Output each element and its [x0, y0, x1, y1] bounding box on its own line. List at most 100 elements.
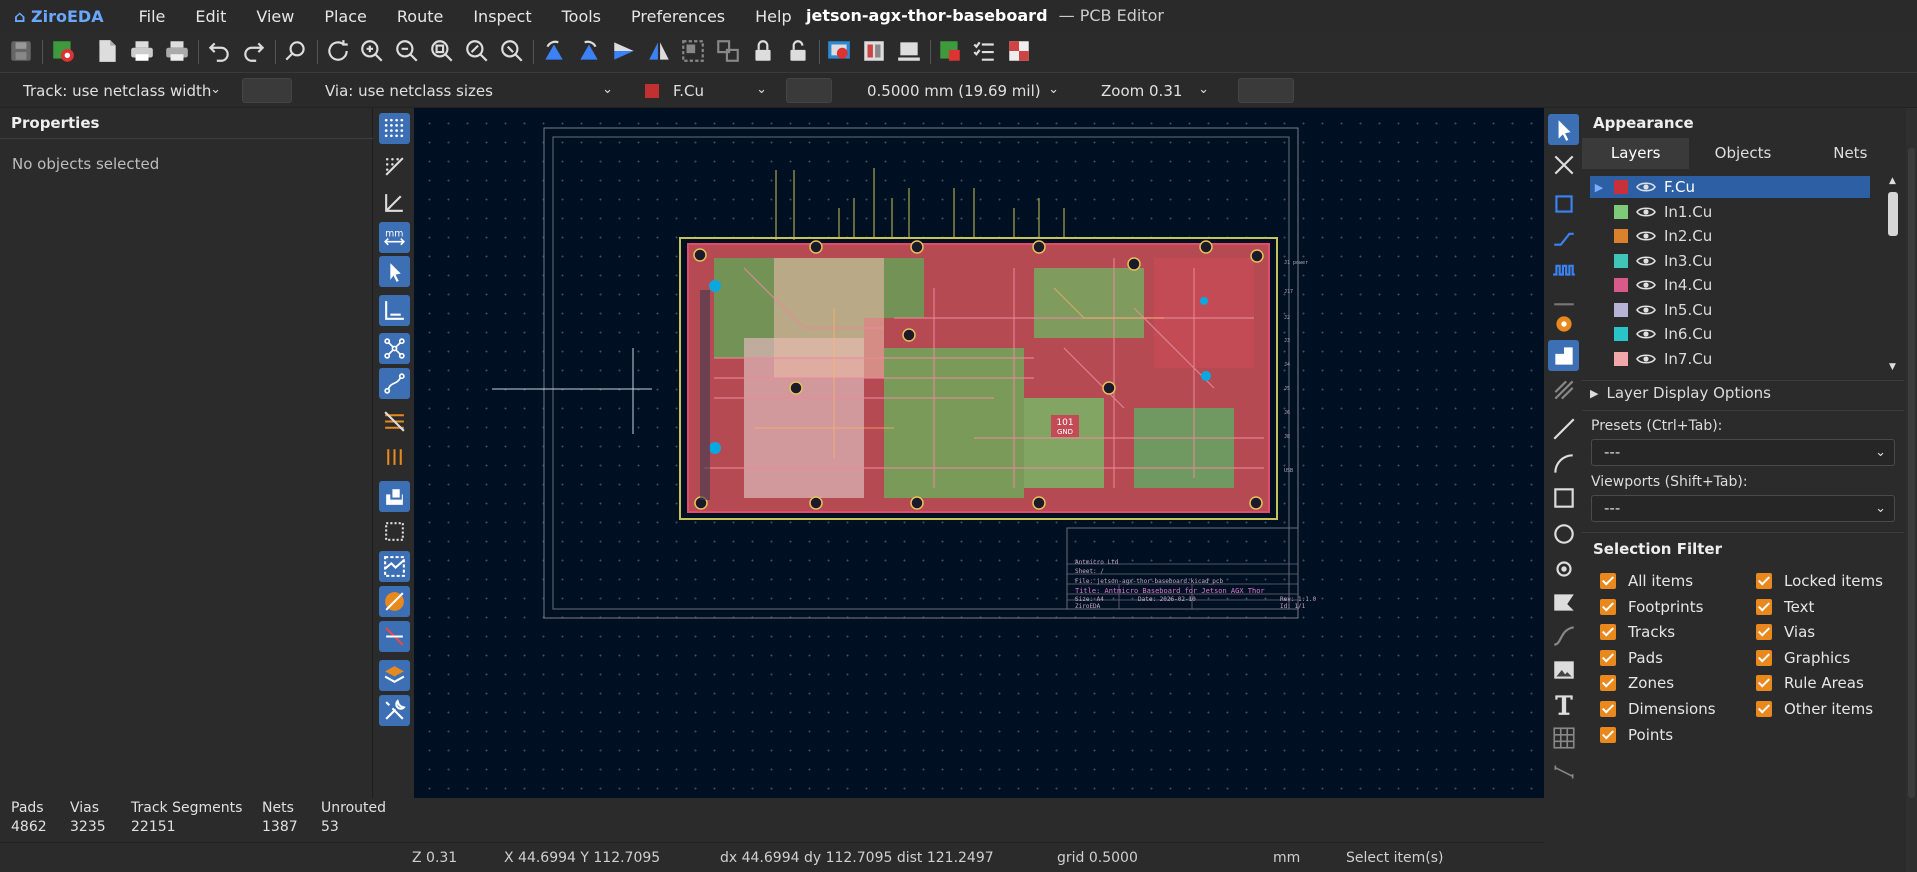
menu-file[interactable]: File: [124, 7, 181, 26]
curved-ratsnest-icon[interactable]: [379, 368, 410, 399]
zone-fill-icon[interactable]: [379, 406, 410, 437]
plot-icon[interactable]: [162, 36, 192, 66]
select-tool-icon[interactable]: [1548, 114, 1579, 145]
via-display-icon[interactable]: [379, 516, 410, 547]
local-ratsnest-icon[interactable]: [1548, 149, 1579, 180]
visibility-eye-icon[interactable]: [1636, 180, 1656, 194]
add-table-icon[interactable]: [1548, 722, 1579, 753]
edge-lines-icon[interactable]: [379, 295, 410, 326]
grid-toggle-icon[interactable]: [379, 113, 410, 144]
menu-inspect[interactable]: Inspect: [458, 7, 546, 26]
layer-color-swatch[interactable]: [1614, 278, 1628, 292]
layer-row[interactable]: ▶ F.Cu: [1590, 176, 1870, 198]
checkbox-checked-icon[interactable]: [1600, 573, 1616, 589]
filter-checkbox[interactable]: Text: [1756, 598, 1814, 616]
viewports-select[interactable]: --- ⌄: [1591, 495, 1895, 522]
ratsnest-icon[interactable]: [379, 333, 410, 364]
panel-scrollbar[interactable]: [1906, 108, 1917, 872]
menu-tools[interactable]: Tools: [547, 7, 616, 26]
layer-color-swatch[interactable]: [1614, 327, 1628, 341]
grid-select[interactable]: 0.5000 mm (19.69 mil) ⌄: [856, 77, 1068, 104]
layer-row[interactable]: In4.Cu: [1590, 274, 1870, 296]
zone-outline-icon[interactable]: [379, 441, 410, 472]
draw-polygon-icon[interactable]: [1548, 586, 1579, 617]
high-contrast-icon[interactable]: [379, 586, 410, 617]
layer-color-swatch[interactable]: [1614, 229, 1628, 243]
zoom-out-icon[interactable]: [392, 36, 422, 66]
save-icon[interactable]: [6, 36, 36, 66]
track-width-edit-button[interactable]: [242, 78, 292, 103]
menu-route[interactable]: Route: [382, 7, 458, 26]
pad-display-icon[interactable]: [379, 481, 410, 512]
filter-checkbox[interactable]: Pads: [1600, 649, 1663, 667]
zoom-objects-icon[interactable]: [462, 36, 492, 66]
unlock-icon[interactable]: [783, 36, 813, 66]
visibility-eye-icon[interactable]: [1636, 205, 1656, 219]
checkbox-checked-icon[interactable]: [1600, 675, 1616, 692]
layer-display-options-toggle[interactable]: ▶ Layer Display Options: [1590, 384, 1771, 402]
checkbox-checked-icon[interactable]: [1600, 701, 1616, 717]
checkbox-checked-icon[interactable]: [1756, 675, 1772, 692]
layer-row[interactable]: In2.Cu: [1590, 225, 1870, 247]
menu-preferences[interactable]: Preferences: [616, 7, 740, 26]
filter-checkbox[interactable]: Points: [1600, 726, 1673, 744]
grid-overrides-icon[interactable]: [379, 151, 410, 182]
filter-checkbox[interactable]: Vias: [1756, 623, 1815, 641]
tune-length-icon[interactable]: [1548, 252, 1579, 283]
visibility-eye-icon[interactable]: [1636, 278, 1656, 292]
units-mm-icon[interactable]: mm: [379, 222, 410, 253]
add-point-icon[interactable]: [1548, 553, 1579, 584]
zoom-fit-icon[interactable]: [427, 36, 457, 66]
rotate-ccw-icon[interactable]: [539, 36, 569, 66]
menu-view[interactable]: View: [241, 7, 309, 26]
filter-checkbox[interactable]: Other items: [1756, 700, 1873, 718]
presets-select[interactable]: --- ⌄: [1591, 439, 1895, 466]
tab-layers[interactable]: Layers: [1582, 138, 1690, 169]
visibility-eye-icon[interactable]: [1636, 327, 1656, 341]
undo-icon[interactable]: [204, 36, 234, 66]
layer-color-swatch[interactable]: [1614, 180, 1628, 194]
layer-color-swatch[interactable]: [1614, 302, 1628, 317]
lock-icon[interactable]: [748, 36, 778, 66]
drc-icon[interactable]: [969, 36, 999, 66]
tools-icon[interactable]: [379, 695, 410, 726]
draw-rectangle-icon[interactable]: [1548, 482, 1579, 513]
filter-checkbox[interactable]: All items: [1600, 572, 1693, 590]
menu-edit[interactable]: Edit: [180, 7, 241, 26]
zoom-in-icon[interactable]: [357, 36, 387, 66]
refresh-icon[interactable]: [323, 36, 353, 66]
draw-circle-icon[interactable]: [1548, 518, 1579, 549]
checkbox-checked-icon[interactable]: [1756, 598, 1772, 615]
route-track-icon[interactable]: [1548, 220, 1579, 251]
filter-checkbox[interactable]: Dimensions: [1600, 700, 1716, 718]
zoom-select[interactable]: Zoom 0.31 ⌄: [1090, 77, 1218, 104]
add-footprint-icon[interactable]: [1548, 188, 1579, 219]
checkbox-checked-icon[interactable]: [1600, 624, 1616, 641]
layer-row[interactable]: In6.Cu: [1590, 323, 1870, 345]
mirror-icon[interactable]: [644, 36, 674, 66]
visibility-eye-icon[interactable]: [1636, 303, 1656, 317]
draw-arc-icon[interactable]: [1548, 448, 1579, 479]
net-color-mode-icon[interactable]: [379, 621, 410, 652]
checkbox-checked-icon[interactable]: [1756, 701, 1772, 717]
group-icon[interactable]: [678, 36, 708, 66]
draw-line-icon[interactable]: [1548, 413, 1579, 444]
layer-color-swatch[interactable]: [1614, 351, 1628, 366]
layer-manager-icon[interactable]: [379, 660, 410, 691]
checkbox-checked-icon[interactable]: [1600, 726, 1616, 743]
add-via-icon[interactable]: [1548, 308, 1579, 339]
rule-area-icon[interactable]: [1548, 374, 1579, 405]
page-settings-icon[interactable]: [92, 36, 122, 66]
visibility-eye-icon[interactable]: [1636, 254, 1656, 268]
menu-help[interactable]: Help: [740, 7, 806, 26]
layer-color-swatch[interactable]: [1614, 253, 1628, 268]
checkbox-checked-icon[interactable]: [1600, 598, 1616, 615]
tab-nets[interactable]: Nets: [1797, 138, 1904, 169]
footprint-editor-icon[interactable]: [894, 36, 924, 66]
board-setup-icon[interactable]: [48, 36, 78, 66]
track-display-icon[interactable]: [379, 551, 410, 582]
checkbox-checked-icon[interactable]: [1600, 649, 1616, 666]
track-width-select[interactable]: Track: use netclass width ⌄: [12, 77, 230, 104]
find-icon[interactable]: [281, 36, 311, 66]
scripting-icon[interactable]: [1004, 36, 1034, 66]
